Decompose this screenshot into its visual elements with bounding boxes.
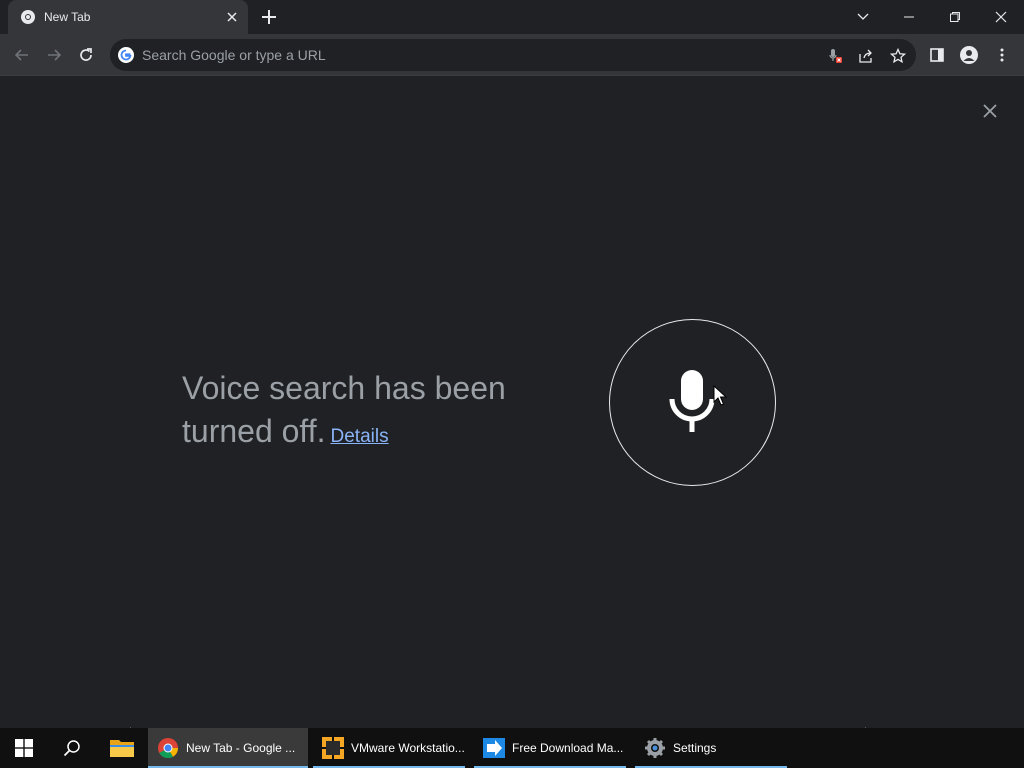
taskbar-app-vmware[interactable]: VMware Workstatio... xyxy=(313,728,465,768)
vmware-icon xyxy=(321,736,345,760)
chrome-icon xyxy=(156,736,180,760)
fdm-icon xyxy=(482,736,506,760)
reload-icon xyxy=(80,48,92,61)
chevron-down-icon xyxy=(857,13,869,20)
tab-close-icon[interactable] xyxy=(224,9,240,25)
google-icon xyxy=(118,47,134,63)
taskbar-app-chrome[interactable]: New Tab - Google ... xyxy=(148,728,308,768)
close-overlay-icon[interactable] xyxy=(980,101,1000,121)
windows-icon xyxy=(15,739,33,757)
back-icon xyxy=(14,49,28,61)
profile-button[interactable] xyxy=(956,42,982,68)
restore-button[interactable] xyxy=(932,0,978,34)
tab-search-button[interactable] xyxy=(840,0,886,34)
voice-message: Voice search has been turned off. Details xyxy=(182,367,582,458)
taskbar-app-label: Free Download Ma... xyxy=(512,741,624,755)
gear-icon xyxy=(643,736,667,760)
close-window-button[interactable] xyxy=(978,0,1024,34)
taskbar-search-button[interactable] xyxy=(48,728,96,768)
close-icon xyxy=(995,11,1007,23)
taskbar-app-label: Settings xyxy=(673,741,717,755)
mouse-cursor-icon xyxy=(713,385,727,406)
details-link[interactable]: Details xyxy=(331,426,389,447)
toolbar xyxy=(0,34,1024,76)
new-tab-icon[interactable] xyxy=(259,7,279,27)
share-icon xyxy=(859,49,872,63)
file-explorer-button[interactable] xyxy=(98,728,146,768)
tab-new-tab[interactable]: New Tab xyxy=(8,0,248,34)
restore-icon xyxy=(950,12,960,22)
mic-blocked-button[interactable] xyxy=(826,47,844,65)
taskbar-app-settings[interactable]: Settings xyxy=(635,728,787,768)
taskbar-app-fdm[interactable]: Free Download Ma... xyxy=(474,728,626,768)
menu-icon xyxy=(1000,48,1004,62)
mic-button[interactable] xyxy=(609,319,776,486)
tab-strip: New Tab xyxy=(0,0,1024,34)
menu-button[interactable] xyxy=(989,42,1015,68)
side-panel-icon xyxy=(930,48,944,62)
bookmark-button[interactable] xyxy=(889,47,907,65)
start-button[interactable] xyxy=(0,728,48,768)
profile-icon xyxy=(960,46,978,64)
omnibox-input[interactable] xyxy=(142,45,782,65)
search-icon xyxy=(63,740,80,757)
taskbar: New Tab - Google ... VMware Workstatio..… xyxy=(0,728,1024,768)
forward-icon xyxy=(48,49,62,61)
omnibox[interactable] xyxy=(110,39,916,71)
share-button[interactable] xyxy=(857,47,875,65)
taskbar-app-label: VMware Workstatio... xyxy=(351,741,465,755)
microphone-icon xyxy=(669,370,715,432)
reload-button[interactable] xyxy=(73,42,99,68)
star-icon xyxy=(890,48,906,64)
side-panel-button[interactable] xyxy=(924,42,950,68)
folder-icon xyxy=(110,740,134,757)
mic-blocked-icon xyxy=(829,49,842,63)
tab-title: New Tab xyxy=(44,10,91,24)
back-button[interactable] xyxy=(9,42,35,68)
minimize-icon xyxy=(904,16,914,18)
taskbar-app-label: New Tab - Google ... xyxy=(186,741,296,755)
chrome-icon xyxy=(21,10,35,24)
voice-search-overlay: Voice search has been turned off. Details xyxy=(0,77,1024,728)
forward-button[interactable] xyxy=(41,42,67,68)
minimize-button[interactable] xyxy=(886,0,932,34)
